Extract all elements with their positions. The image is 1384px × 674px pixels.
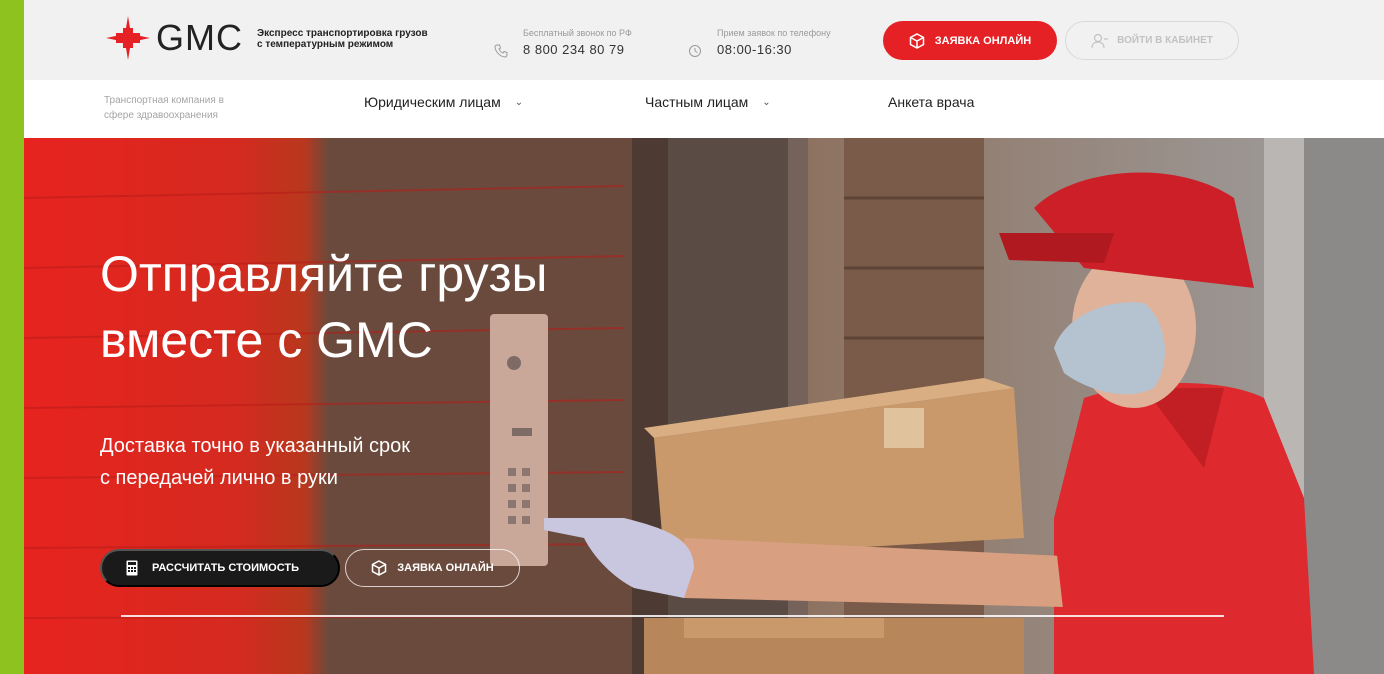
top-header: GMC Экспресс транспортировка грузов с те…: [24, 0, 1384, 80]
calculator-icon: [126, 560, 138, 576]
chevron-down-icon: ⌄: [762, 96, 771, 108]
logo-text: GMC: [156, 17, 243, 58]
hours-label: Прием заявок по телефону: [717, 28, 831, 38]
login-button[interactable]: ВОЙТИ В КАБИНЕТ: [1065, 21, 1239, 60]
phone-icon: [494, 44, 508, 58]
request-online-button[interactable]: ЗАЯВКА ОНЛАЙН: [883, 21, 1057, 60]
user-icon: [1091, 33, 1109, 48]
hero-banner: Отправляйте грузы вместе с GMC Доставка …: [24, 138, 1384, 674]
hours-value: 08:00-16:30: [717, 42, 792, 57]
company-line1: Транспортная компания в: [104, 95, 224, 106]
hero-title-line1: Отправляйте грузы: [100, 246, 548, 302]
logo[interactable]: GMC: [104, 14, 243, 62]
hero-photo: [24, 138, 1384, 674]
calculate-cost-button[interactable]: РАССЧИТАТЬ СТОИМОСТЬ: [100, 549, 340, 587]
hero-request-online-label: ЗАЯВКА ОНЛАЙН: [397, 562, 494, 574]
company-description: Транспортная компания в сфере здравоохра…: [104, 93, 294, 123]
company-line2: сфере здравоохранения: [104, 110, 218, 121]
calculate-cost-label: РАССЧИТАТЬ СТОИМОСТЬ: [152, 562, 299, 574]
nav-item-label: Частным лицам: [645, 94, 749, 110]
hero-request-online-button[interactable]: ЗАЯВКА ОНЛАЙН: [345, 549, 520, 587]
free-call-label: Бесплатный звонок по РФ: [523, 28, 632, 38]
clock-icon: [689, 45, 701, 57]
cross-logo-icon: [106, 16, 150, 60]
nav-item-label: Анкета врача: [888, 94, 975, 110]
hero-title: Отправляйте грузы вместе с GMC: [100, 241, 720, 373]
hero-title-line2: вместе с GMC: [100, 312, 433, 368]
phone-number[interactable]: 8 800 234 80 79: [523, 42, 624, 57]
nav-item-label: Юридическим лицам: [364, 94, 501, 110]
tagline: Экспресс транспортировка грузов с темпер…: [257, 28, 477, 50]
tagline-line2: с температурным режимом: [257, 39, 394, 50]
box-icon: [909, 32, 925, 49]
login-label: ВОЙТИ В КАБИНЕТ: [1117, 35, 1213, 46]
hero-divider-line: [121, 615, 1224, 617]
hero-subtitle: Доставка точно в указанный срок с переда…: [100, 430, 520, 494]
free-call-block: Бесплатный звонок по РФ 8 800 234 80 79: [523, 28, 632, 59]
request-online-label: ЗАЯВКА ОНЛАЙН: [934, 34, 1032, 47]
navigation-bar: Транспортная компания в сфере здравоохра…: [24, 80, 1384, 138]
hours-block: Прием заявок по телефону 08:00-16:30: [717, 28, 831, 59]
page: GMC Экспресс транспортировка грузов с те…: [0, 0, 1384, 674]
tagline-line1: Экспресс транспортировка грузов: [257, 28, 428, 39]
hero-subtitle-line1: Доставка точно в указанный срок: [100, 435, 410, 457]
left-accent-bar: [0, 0, 24, 674]
nav-item-legal-entities[interactable]: Юридическим лицам ⌄: [364, 94, 523, 110]
main-area: GMC Экспресс транспортировка грузов с те…: [24, 0, 1384, 674]
chevron-down-icon: ⌄: [514, 96, 524, 108]
nav-item-doctor-form[interactable]: Анкета врача: [888, 94, 974, 110]
nav-item-individuals[interactable]: Частным лицам ⌄: [645, 94, 771, 110]
box-icon: [372, 560, 387, 576]
hero-subtitle-line2: с передачей лично в руки: [100, 467, 338, 489]
